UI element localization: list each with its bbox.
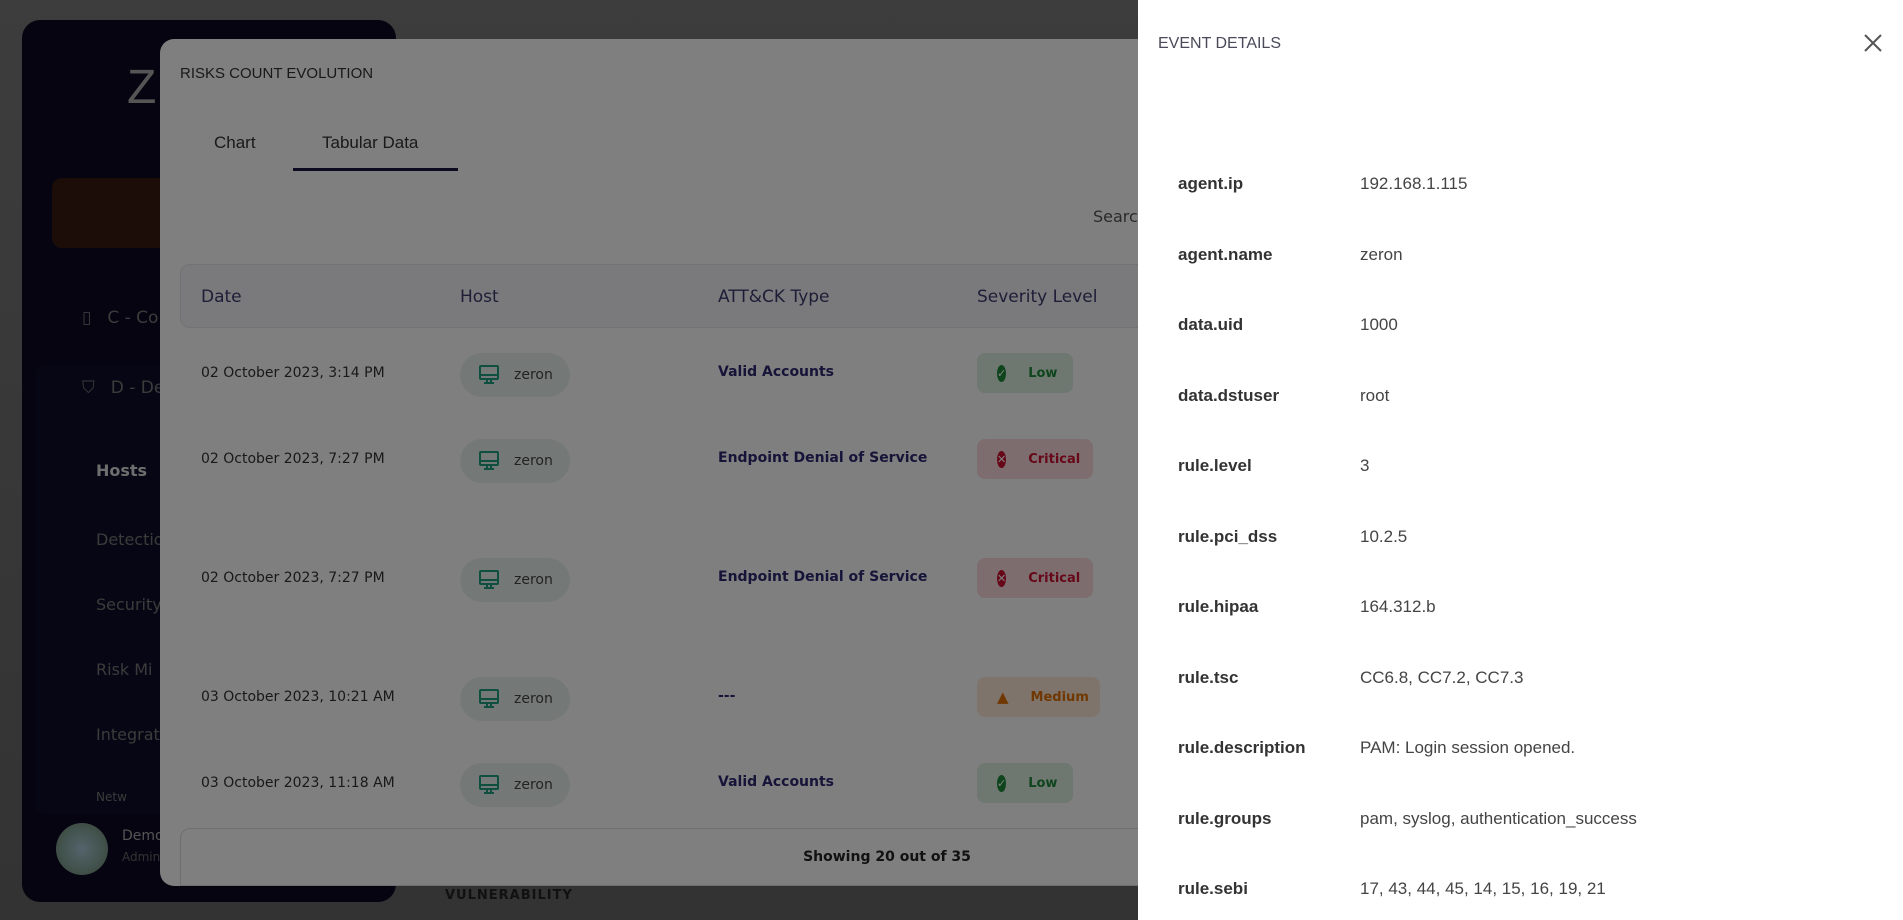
detail-key: rule.sebi <box>1178 879 1248 898</box>
event-details-drawer: EVENT DETAILS agent.ip 192.168.1.115 agent… <box>1138 0 1903 920</box>
drawer-title: EVENT DETAILS <box>1158 35 1281 52</box>
detail-value: zeron <box>1360 244 1403 264</box>
detail-value: PAM: Login session opened. <box>1360 738 1576 757</box>
detail-key: data.dstuser <box>1178 385 1280 405</box>
close-icon[interactable] <box>1858 28 1888 58</box>
detail-key: rule.pci_dss <box>1178 526 1278 546</box>
detail-value: CC6.8, CC7.2, CC7.3 <box>1360 667 1524 687</box>
detail-key: rule.description <box>1178 738 1306 757</box>
detail-value: pam, syslog, authentication_success <box>1360 808 1637 828</box>
detail-value: 192.168.1.115 <box>1360 174 1468 193</box>
detail-value: 3 <box>1360 456 1370 475</box>
detail-value: 10.2.5 <box>1360 526 1408 546</box>
detail-key: rule.groups <box>1178 808 1272 828</box>
detail-key: rule.level <box>1178 456 1252 475</box>
detail-key: agent.name <box>1178 244 1273 264</box>
detail-value: 164.312.b <box>1360 597 1436 616</box>
detail-key: agent.ip <box>1178 174 1244 193</box>
detail-value: 1000 <box>1360 315 1398 334</box>
detail-value: 17, 43, 44, 45, 14, 15, 16, 19, 21 <box>1360 879 1606 898</box>
detail-key: rule.hipaa <box>1178 597 1259 616</box>
detail-key: data.uid <box>1178 315 1244 334</box>
detail-value: root <box>1360 385 1390 405</box>
detail-key: rule.tsc <box>1178 667 1239 687</box>
